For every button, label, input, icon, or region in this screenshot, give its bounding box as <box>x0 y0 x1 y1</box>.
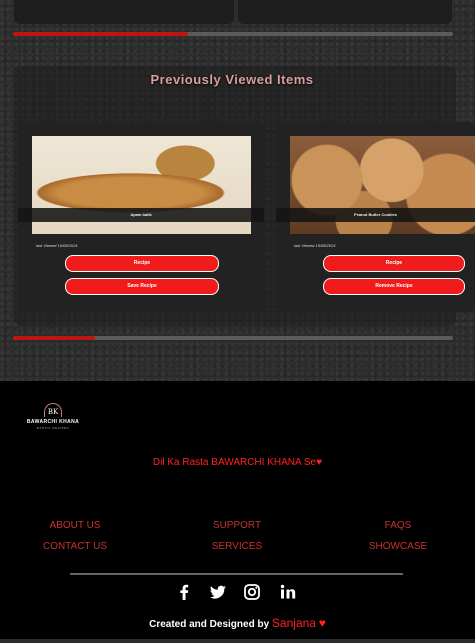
credit-name[interactable]: Sanjana <box>272 616 316 630</box>
bottom-bar <box>0 639 475 643</box>
heart-icon: ♥ <box>316 457 323 468</box>
top-card-strip <box>14 0 454 30</box>
credit-prefix: Created and Designed by <box>149 619 270 630</box>
support-link[interactable]: SUPPORT <box>177 520 297 531</box>
about-us-link[interactable]: ABOUT US <box>15 520 135 531</box>
logo-text: BAWARCHI KHANA <box>26 419 80 425</box>
last-viewed-date: last Viewed 15/08/2024 <box>294 243 336 248</box>
recipe-name: Peanut Butter Cookies <box>276 208 475 222</box>
services-link[interactable]: SERVICES <box>177 541 297 552</box>
linkedin-icon[interactable] <box>278 582 298 602</box>
footer-tagline: Dil Ka Rasta BAWARCHI KHANA Se♥ <box>0 457 475 468</box>
top-carousel-scrollbar[interactable] <box>13 32 453 36</box>
faqs-link[interactable]: FAQS <box>338 520 458 531</box>
scrollbar-thumb[interactable] <box>13 32 188 36</box>
recipe-card: Apam balik last Viewed 16/08/2024 Recipe… <box>18 122 264 312</box>
showcase-link[interactable]: SHOWCASE <box>338 541 458 552</box>
credit-line: Created and Designed by Sanjana ♥ <box>0 616 475 630</box>
footer-divider <box>70 573 403 575</box>
instagram-icon[interactable] <box>242 582 262 602</box>
remove-recipe-button[interactable]: Remove Recipe <box>324 279 464 294</box>
previously-viewed-scrollbar[interactable] <box>13 336 453 340</box>
recipe-button[interactable]: Recipe <box>324 256 464 271</box>
page: Previously Viewed Items Apam balik last … <box>0 0 475 643</box>
scrollbar-thumb[interactable] <box>13 336 95 340</box>
heart-icon: ♥ <box>318 616 326 630</box>
top-card <box>238 0 452 24</box>
tagline-text: Dil Ka Rasta BAWARCHI KHANA Se <box>152 457 317 468</box>
twitter-icon[interactable] <box>208 582 228 602</box>
last-viewed-date: last Viewed 16/08/2024 <box>36 243 78 248</box>
top-card <box>14 0 234 24</box>
section-title: Previously Viewed Items <box>150 72 314 87</box>
recipe-name: Apam balik <box>18 208 264 222</box>
recipe-card: Peanut Butter Cookies last Viewed 15/08/… <box>276 122 475 312</box>
facebook-icon[interactable] <box>174 582 194 602</box>
save-recipe-button[interactable]: Save Recipe <box>66 279 218 294</box>
logo-subtext: EXOTIC RECIPES <box>36 426 70 430</box>
site-logo[interactable]: BK BAWARCHI KHANA EXOTIC RECIPES <box>23 403 83 433</box>
social-links <box>172 582 302 602</box>
footer: BK BAWARCHI KHANA EXOTIC RECIPES Dil Ka … <box>0 381 475 643</box>
logo-mark: BK <box>44 403 62 417</box>
recipe-button[interactable]: Recipe <box>66 256 218 271</box>
contact-us-link[interactable]: CONTACT US <box>15 541 135 552</box>
